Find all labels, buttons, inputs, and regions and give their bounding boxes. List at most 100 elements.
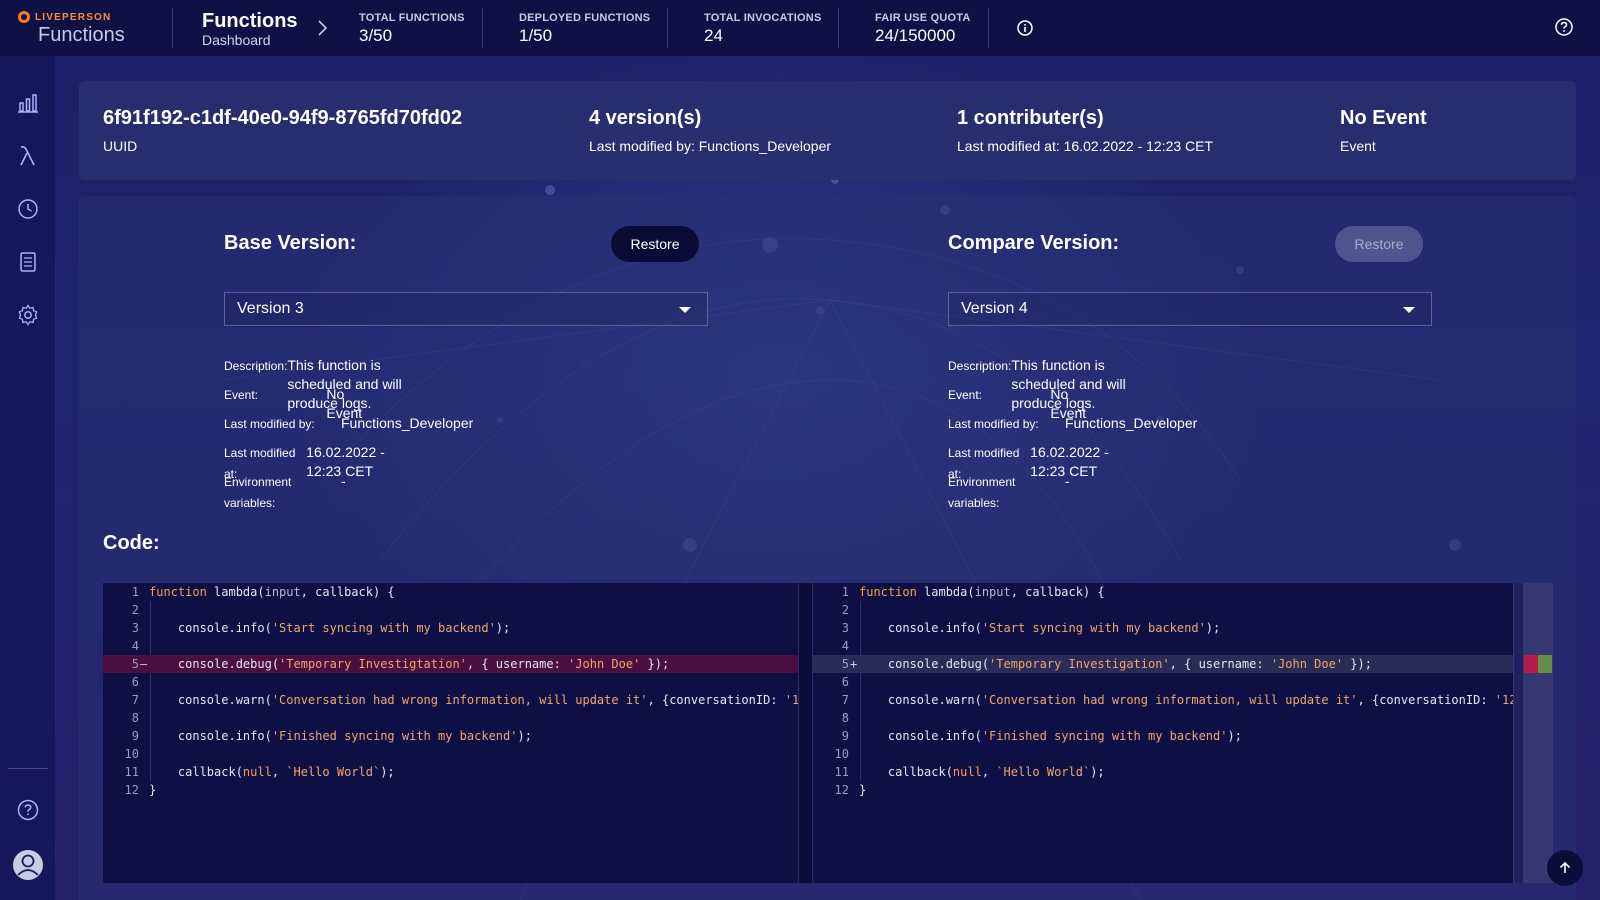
code-line[interactable]: 7 console.warn('Conversation had wrong i…	[813, 691, 1513, 709]
summary-contributors: 1 contributer(s) Last modified at: 16.02…	[957, 107, 1214, 154]
line-number: 10	[834, 747, 849, 761]
code-line[interactable]: 4	[103, 637, 798, 655]
clock-icon[interactable]	[16, 197, 40, 221]
diff-modified-pane[interactable]: 1 function lambda(input, callback) { 2 3 co…	[813, 583, 1513, 883]
line-number: 12	[124, 783, 139, 797]
function-summary-card: 6f91f192-c1df-40e0-94f9-8765fd70fd02 UUI…	[79, 81, 1576, 180]
stat-total-invocations: TOTAL INVOCATIONS 24	[704, 12, 822, 45]
base-version-selected: Version 3	[237, 300, 304, 317]
code-line[interactable]: 5– console.debug('Temporary Investigtati…	[103, 655, 798, 673]
code-text: callback(null, `Hello World`);	[149, 765, 395, 779]
scrollbar-thumb[interactable]	[1523, 583, 1553, 883]
compare-restore-button[interactable]: Restore	[1335, 226, 1423, 262]
help-icon[interactable]	[1554, 17, 1574, 37]
brand-name: LIVEPERSON	[35, 11, 112, 23]
line-number: 9	[841, 729, 849, 743]
code-line[interactable]: 12}	[813, 781, 1513, 799]
info-icon[interactable]	[1016, 19, 1034, 37]
line-number: 8	[131, 711, 139, 725]
code-line[interactable]: 8	[103, 709, 798, 727]
line-number: 8	[841, 711, 849, 725]
line-number: 3	[841, 621, 849, 635]
compare-version-select[interactable]: Version 4	[948, 292, 1432, 326]
top-bar: LIVEPERSON Functions Functions Dashboard…	[0, 0, 1600, 56]
code-line[interactable]: 11 callback(null, `Hello World`);	[103, 763, 798, 781]
scroll-to-top-button[interactable]	[1547, 850, 1583, 886]
code-line[interactable]: 9 console.info('Finished syncing with my…	[103, 727, 798, 745]
code-line[interactable]: 9 console.info('Finished syncing with my…	[813, 727, 1513, 745]
code-line[interactable]: 2	[103, 601, 798, 619]
code-text: console.warn('Conversation had wrong inf…	[149, 693, 799, 707]
summary-uuid: 6f91f192-c1df-40e0-94f9-8765fd70fd02 UUI…	[103, 107, 463, 154]
code-line[interactable]: 12}	[103, 781, 798, 799]
liveperson-functions-logo[interactable]: LIVEPERSON Functions	[18, 10, 148, 46]
code-line[interactable]: 5 + console.debug('Temporary Investigatio…	[813, 655, 1513, 673]
code-line[interactable]: 3 console.info('Start syncing with my ba…	[813, 619, 1513, 637]
line-number: 6	[131, 675, 139, 689]
help-icon[interactable]	[16, 798, 40, 822]
code-text: }	[859, 783, 867, 797]
arrow-up-icon	[1559, 861, 1571, 873]
avatar-icon[interactable]	[12, 849, 44, 881]
breadcrumb: Functions Dashboard	[202, 10, 298, 48]
code-line[interactable]: 3 console.info('Start syncing with my ba…	[103, 619, 798, 637]
line-number: 9	[131, 729, 139, 743]
document-icon[interactable]	[16, 250, 40, 274]
code-line[interactable]: 8	[813, 709, 1513, 727]
line-number: 6	[841, 675, 849, 689]
topbar-divider	[988, 8, 989, 48]
line-number: 7	[131, 693, 139, 707]
sidebar	[0, 56, 55, 900]
insertion-marker	[1538, 655, 1552, 673]
line-number: 2	[131, 603, 139, 617]
code-line[interactable]: 7 console.warn('Conversation had wrong i…	[103, 691, 798, 709]
code-line[interactable]: 6	[103, 673, 798, 691]
chart-icon[interactable]	[16, 91, 40, 115]
code-diff-editor[interactable]: 1 function lambda(input, callback) { 2 3 co…	[103, 583, 1553, 883]
code-text: console.debug('Temporary Investigtation'…	[149, 657, 670, 671]
line-number: 10	[124, 747, 139, 761]
code-line[interactable]: 10	[813, 745, 1513, 763]
line-number: 5	[841, 657, 849, 671]
code-line[interactable]: 6	[813, 673, 1513, 691]
stat-deployed-functions: DEPLOYED FUNCTIONS 1/50	[519, 12, 651, 45]
code-line[interactable]: 1 function lambda(input, callback) {	[103, 583, 798, 601]
code-line[interactable]: 4	[813, 637, 1513, 655]
code-text: console.warn('Conversation had wrong inf…	[859, 693, 1513, 707]
code-line[interactable]: 1 function lambda(input, callback) {	[813, 583, 1513, 601]
line-number: 7	[841, 693, 849, 707]
summary-event: No Event Event	[1340, 107, 1427, 154]
code-line[interactable]: 2	[813, 601, 1513, 619]
base-version-select[interactable]: Version 3	[224, 292, 708, 326]
code-text: console.info('Finished syncing with my b…	[149, 729, 532, 743]
line-number: 2	[841, 603, 849, 617]
detail-row: Last modified by: Functions_Developer	[224, 415, 474, 431]
line-number: 3	[131, 621, 139, 635]
line-number: 12	[834, 783, 849, 797]
lambda-icon[interactable]	[16, 144, 40, 168]
page-title[interactable]: Functions	[202, 10, 298, 32]
code-text: console.info('Start syncing with my back…	[859, 621, 1221, 635]
detail-row: Environment variables: -	[948, 473, 1070, 510]
compare-version-selected: Version 4	[961, 300, 1028, 317]
code-text: function lambda(input, callback) {	[149, 585, 395, 599]
code-text: function lambda(input, callback) {	[859, 585, 1105, 599]
code-section-title: Code:	[103, 532, 160, 554]
base-restore-button[interactable]: Restore	[611, 226, 699, 262]
caret-down-icon	[679, 307, 691, 313]
topbar-divider	[667, 8, 668, 48]
code-line[interactable]: 10	[103, 745, 798, 763]
code-text: }	[149, 783, 157, 797]
liveperson-logo-icon	[18, 11, 30, 23]
diff-gutter	[799, 583, 813, 883]
topbar-divider	[482, 8, 483, 48]
topbar-divider	[172, 8, 173, 48]
gear-icon[interactable]	[16, 303, 40, 327]
code-text: console.debug('Temporary Investigation',…	[859, 657, 1372, 671]
base-version-title: Base Version:	[224, 232, 357, 254]
sidebar-divider	[8, 768, 48, 769]
brand-product: Functions	[38, 24, 125, 46]
stat-fair-use-quota: FAIR USE QUOTA 24/150000	[875, 12, 971, 45]
code-line[interactable]: 11 callback(null, `Hello World`);	[813, 763, 1513, 781]
diff-original-pane[interactable]: 1 function lambda(input, callback) { 2 3 co…	[103, 583, 799, 883]
